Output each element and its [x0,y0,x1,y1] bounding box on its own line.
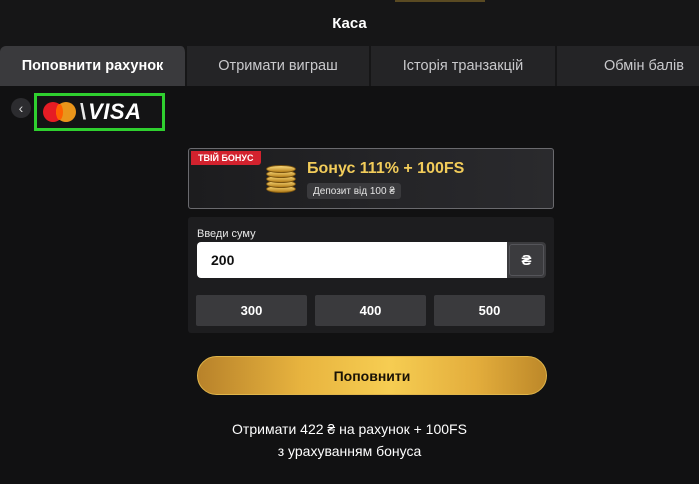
bonus-tag: ТВІЙ БОНУС [191,151,261,165]
coins-icon [263,163,299,195]
bonus-card[interactable]: ТВІЙ БОНУС Бонус 111% + 100FS Депозит ві… [188,148,554,209]
bonus-title: Бонус 111% + 100FS [307,160,465,177]
preset-amount-400[interactable]: 400 [315,295,426,326]
amount-panel: Введи суму ₴ 300 400 500 [188,217,554,333]
summary-amount-text: Отримати 422 ₴ на рахунок + 100FS [232,421,467,437]
amount-input[interactable] [197,242,507,278]
tab-points-exchange[interactable]: Обмін балів [557,46,699,86]
summary-bonus-note: з урахуванням бонуса [277,443,422,459]
currency-selector[interactable]: ₴ [507,242,546,278]
preset-amount-300[interactable]: 300 [196,295,307,326]
tab-withdraw[interactable]: Отримати виграш [187,46,371,86]
back-button[interactable]: ‹ [11,98,31,118]
logo-separator: \ [80,99,87,124]
deposit-submit-button[interactable]: Поповнити [197,356,547,395]
preset-amount-500[interactable]: 500 [434,295,545,326]
tab-deposit[interactable]: Поповнити рахунок [0,46,187,86]
deposit-content: ‹ \ VISA ТВІЙ БОНУС Бонус 111% + 100FS Д… [0,86,699,484]
payment-method-card-visa-mastercard[interactable]: \ VISA [34,93,165,131]
amount-label: Введи суму [197,228,256,240]
page-title: Каса [332,14,367,32]
bonus-min-deposit: Депозит від 100 ₴ [307,183,401,199]
tab-transaction-history[interactable]: Історія транзакцій [371,46,557,86]
top-bar: Каса [0,0,699,46]
mastercard-logo [43,102,77,122]
tab-bar: Поповнити рахунок Отримати виграш Історі… [0,46,699,86]
visa-logo: VISA [88,99,142,124]
hryvnia-icon: ₴ [509,244,544,276]
chevron-left-icon: ‹ [18,100,24,116]
top-accent-line [395,0,485,2]
